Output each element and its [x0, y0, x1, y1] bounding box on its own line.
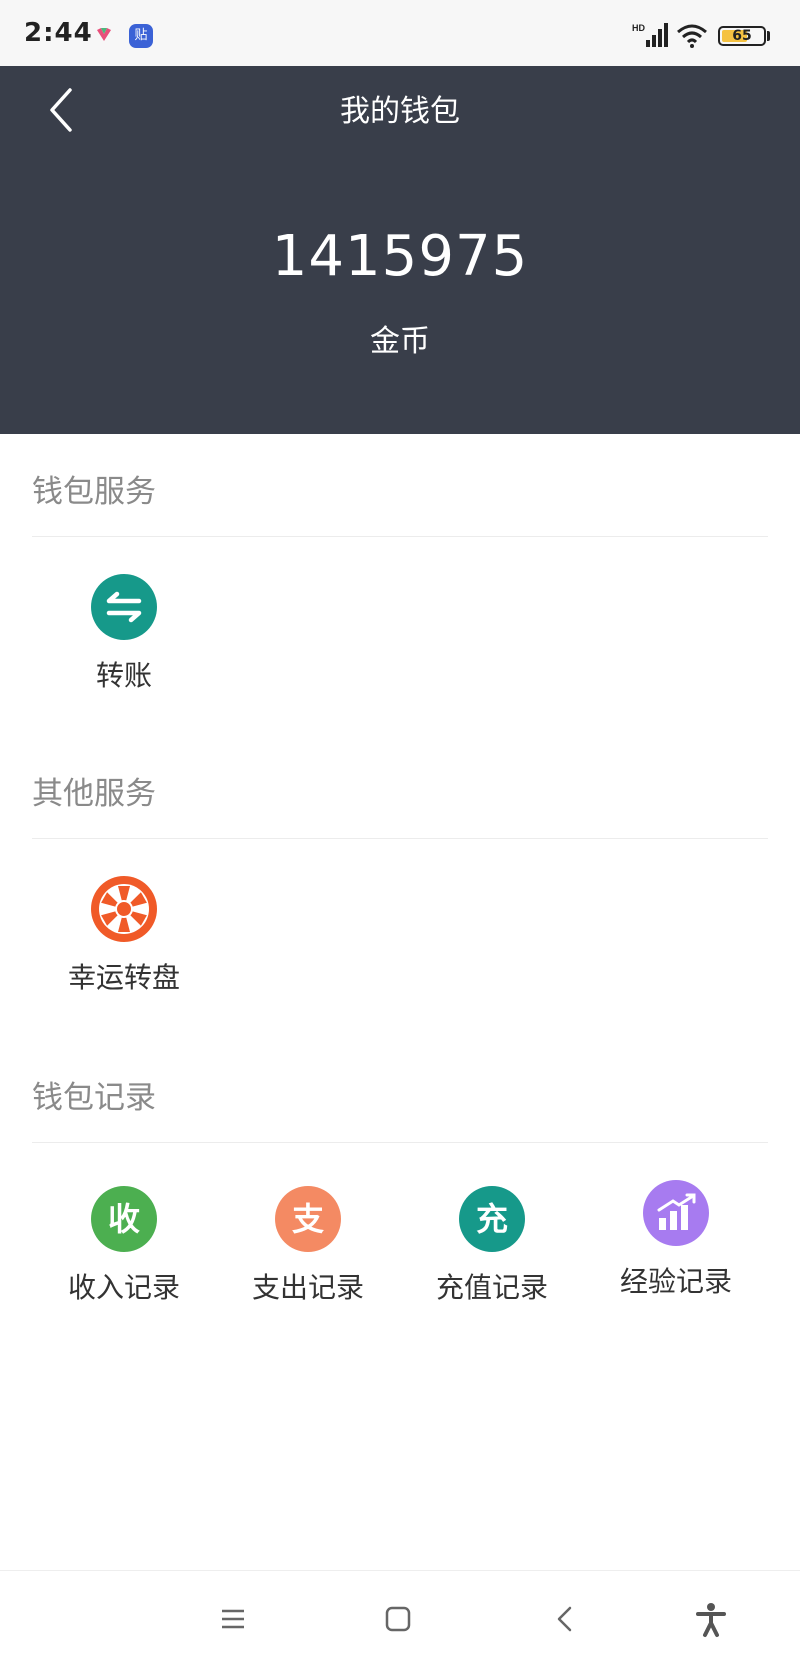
balance-amount: 1415975 — [271, 224, 529, 289]
income-records-label: 收入记录 — [67, 1271, 180, 1304]
home-icon[interactable] — [378, 1599, 418, 1639]
transfer-button[interactable]: 转账 — [32, 574, 216, 704]
menu-icon[interactable] — [213, 1599, 253, 1639]
recharge-records-button[interactable]: 充 充值记录 — [400, 1186, 584, 1316]
system-nav-bar — [0, 1570, 800, 1666]
expense-records-button[interactable]: 支 支出记录 — [216, 1186, 400, 1316]
page-title: 我的钱包 — [340, 94, 460, 129]
recharge-records-label: 充值记录 — [435, 1271, 548, 1304]
battery-level: 65 — [732, 28, 752, 44]
tieba-app-icon: 贴 — [129, 24, 153, 48]
experience-records-button[interactable]: 经验记录 — [584, 1180, 768, 1310]
transfer-label: 转账 — [95, 659, 152, 692]
divider — [32, 838, 768, 839]
recharge-icon: 充 — [459, 1186, 525, 1252]
battery-icon: 65 — [718, 26, 766, 46]
section-title-wallet-records: 钱包记录 — [32, 1080, 156, 1116]
status-bar: 2:44 贴 HD 65 — [0, 0, 800, 66]
wifi-icon — [677, 24, 707, 48]
divider — [32, 536, 768, 537]
cellular-signal-icon: HD — [632, 23, 668, 47]
status-time: 2:44 — [24, 18, 93, 48]
transfer-icon — [91, 574, 157, 640]
expense-records-label: 支出记录 — [251, 1271, 364, 1304]
network-label: HD — [632, 23, 645, 33]
battery-nub — [767, 31, 770, 41]
expense-icon: 支 — [275, 1186, 341, 1252]
lucky-wheel-label: 幸运转盘 — [67, 961, 180, 994]
experience-chart-icon — [643, 1180, 709, 1246]
income-icon: 收 — [91, 1186, 157, 1252]
experience-records-label: 经验记录 — [619, 1265, 732, 1298]
colorful-app-icon — [97, 28, 111, 41]
lucky-wheel-button[interactable]: 幸运转盘 — [32, 876, 216, 1006]
section-title-other-services: 其他服务 — [32, 776, 156, 812]
wallet-header: 我的钱包 1415975 金币 — [0, 66, 800, 434]
divider — [32, 1142, 768, 1143]
balance-unit: 金币 — [370, 324, 430, 359]
lucky-wheel-icon — [91, 876, 157, 942]
accessibility-icon[interactable] — [691, 1599, 731, 1639]
income-records-button[interactable]: 收 收入记录 — [32, 1186, 216, 1316]
section-title-wallet-services: 钱包服务 — [32, 474, 156, 510]
back-icon[interactable] — [546, 1599, 586, 1639]
